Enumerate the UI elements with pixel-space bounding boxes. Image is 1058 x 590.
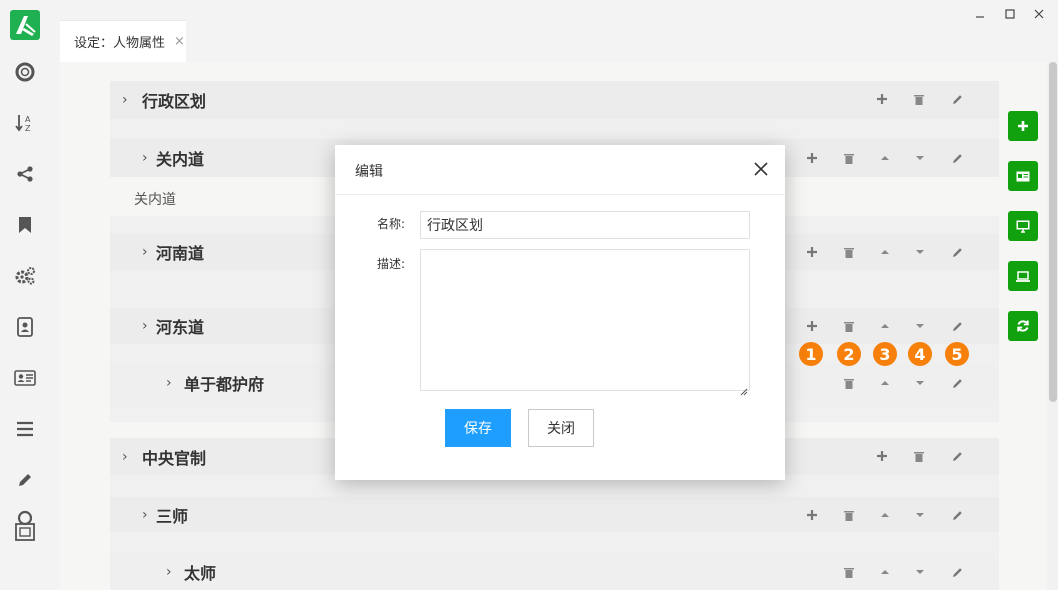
svg-text:Z: Z	[25, 124, 31, 133]
chevron-right-icon[interactable]: ›	[142, 318, 156, 334]
trash-icon[interactable]	[840, 149, 858, 167]
move-up-icon[interactable]	[876, 506, 894, 524]
move-up-icon[interactable]	[876, 317, 894, 335]
move-up-icon[interactable]	[876, 374, 894, 392]
sort-az-icon[interactable]: AZ	[13, 111, 37, 135]
trash-icon[interactable]	[840, 243, 858, 261]
chevron-right-icon[interactable]: ›	[166, 375, 180, 391]
move-up-icon[interactable]	[876, 243, 894, 261]
row-title: 太师	[184, 564, 217, 583]
save-button[interactable]: 保存	[445, 409, 511, 447]
laptop-view-button[interactable]	[1008, 261, 1038, 291]
add-icon[interactable]	[803, 243, 821, 261]
gears-icon[interactable]	[13, 264, 37, 288]
edit-icon[interactable]	[948, 506, 966, 524]
chevron-right-icon[interactable]: ›	[122, 449, 136, 465]
dialog-close-icon[interactable]	[751, 159, 771, 179]
scrollbar-thumb[interactable]	[1049, 62, 1057, 402]
move-up-icon[interactable]	[876, 563, 894, 581]
trash-icon[interactable]	[910, 90, 928, 108]
row-description: 关内道	[134, 192, 176, 208]
share-icon[interactable]	[13, 162, 37, 186]
left-sidebar: AZ	[0, 0, 50, 590]
tab-settings-character[interactable]: 设定：人物属性 ×	[60, 20, 186, 62]
minimize-icon[interactable]	[972, 8, 988, 23]
chevron-right-icon[interactable]: ›	[166, 564, 180, 580]
edit-icon[interactable]	[948, 149, 966, 167]
move-down-icon[interactable]	[911, 317, 929, 335]
trash-icon[interactable]	[840, 506, 858, 524]
row-title: 河南道	[156, 244, 205, 263]
annotation-badge-5: 5	[945, 342, 969, 366]
dialog-header: 编辑	[335, 145, 785, 195]
trash-icon[interactable]	[840, 374, 858, 392]
tree-row-sanshi[interactable]: › 三师	[110, 497, 999, 532]
row-title: 单于都护府	[184, 375, 265, 394]
edit-icon[interactable]	[948, 374, 966, 392]
move-down-icon[interactable]	[911, 506, 929, 524]
resize-grip-icon[interactable]	[740, 381, 748, 396]
move-down-icon[interactable]	[911, 243, 929, 261]
row-spacer	[110, 119, 999, 139]
row-spacer	[110, 532, 999, 554]
edit-icon[interactable]	[948, 243, 966, 261]
chevron-right-icon[interactable]: ›	[142, 507, 156, 523]
add-icon[interactable]	[803, 149, 821, 167]
refresh-button[interactable]	[1008, 311, 1038, 341]
move-up-icon[interactable]	[876, 149, 894, 167]
move-down-icon[interactable]	[911, 374, 929, 392]
bookmark-icon[interactable]	[13, 213, 37, 237]
name-input[interactable]	[420, 211, 750, 239]
add-icon[interactable]	[873, 90, 891, 108]
row-title: 河东道	[156, 318, 205, 337]
window-close-icon[interactable]	[1031, 8, 1047, 23]
edit-icon[interactable]	[948, 563, 966, 581]
trash-icon[interactable]	[840, 317, 858, 335]
chevron-right-icon[interactable]: ›	[142, 244, 156, 260]
add-item-button[interactable]	[1008, 111, 1038, 141]
pencil-icon[interactable]	[13, 468, 37, 492]
card-view-button[interactable]	[1008, 161, 1038, 191]
row-title: 三师	[156, 506, 189, 526]
svg-text:A: A	[25, 115, 31, 124]
add-icon[interactable]	[873, 447, 891, 465]
row-title: 中央官制	[142, 448, 207, 468]
list-icon[interactable]	[13, 417, 37, 441]
tree-row-taishi[interactable]: › 太师	[110, 554, 999, 590]
row-title: 行政区划	[142, 92, 207, 111]
annotation-badge-3: 3	[873, 342, 897, 366]
edit-dialog: 编辑 名称: 描述: 保存 关闭	[335, 145, 785, 480]
add-icon[interactable]	[803, 317, 821, 335]
close-button[interactable]: 关闭	[528, 409, 594, 447]
move-down-icon[interactable]	[911, 563, 929, 581]
tab-close-icon[interactable]: ×	[174, 34, 185, 49]
contact-book-icon[interactable]	[13, 315, 37, 339]
trash-icon[interactable]	[910, 447, 928, 465]
trash-icon[interactable]	[840, 563, 858, 581]
dialog-title: 编辑	[355, 164, 383, 180]
description-textarea[interactable]	[420, 249, 750, 391]
chevron-right-icon[interactable]: ›	[122, 92, 136, 108]
tab-label: 设定：人物属性	[74, 36, 166, 51]
maximize-icon[interactable]	[1002, 8, 1018, 23]
map-frame-icon[interactable]	[13, 510, 37, 542]
chevron-right-icon[interactable]: ›	[142, 150, 156, 166]
name-label: 名称:	[376, 217, 405, 231]
edit-icon[interactable]	[948, 90, 966, 108]
annotation-badge-4: 4	[908, 342, 932, 366]
move-down-icon[interactable]	[911, 149, 929, 167]
tab-bar: 设定：人物属性 ×	[60, 20, 1058, 62]
edit-icon[interactable]	[948, 447, 966, 465]
add-icon[interactable]	[803, 506, 821, 524]
annotation-badge-1: 1	[799, 342, 823, 366]
id-card-icon[interactable]	[13, 366, 37, 390]
annotation-badge-2: 2	[837, 342, 861, 366]
description-label: 描述:	[376, 257, 405, 271]
lifebuoy-icon[interactable]	[13, 60, 37, 84]
desktop-view-button[interactable]	[1008, 211, 1038, 241]
row-title: 关内道	[156, 150, 205, 169]
logo-icon	[10, 10, 40, 40]
tree-row-admin[interactable]: › 行政区划	[110, 81, 999, 119]
edit-icon[interactable]	[948, 317, 966, 335]
